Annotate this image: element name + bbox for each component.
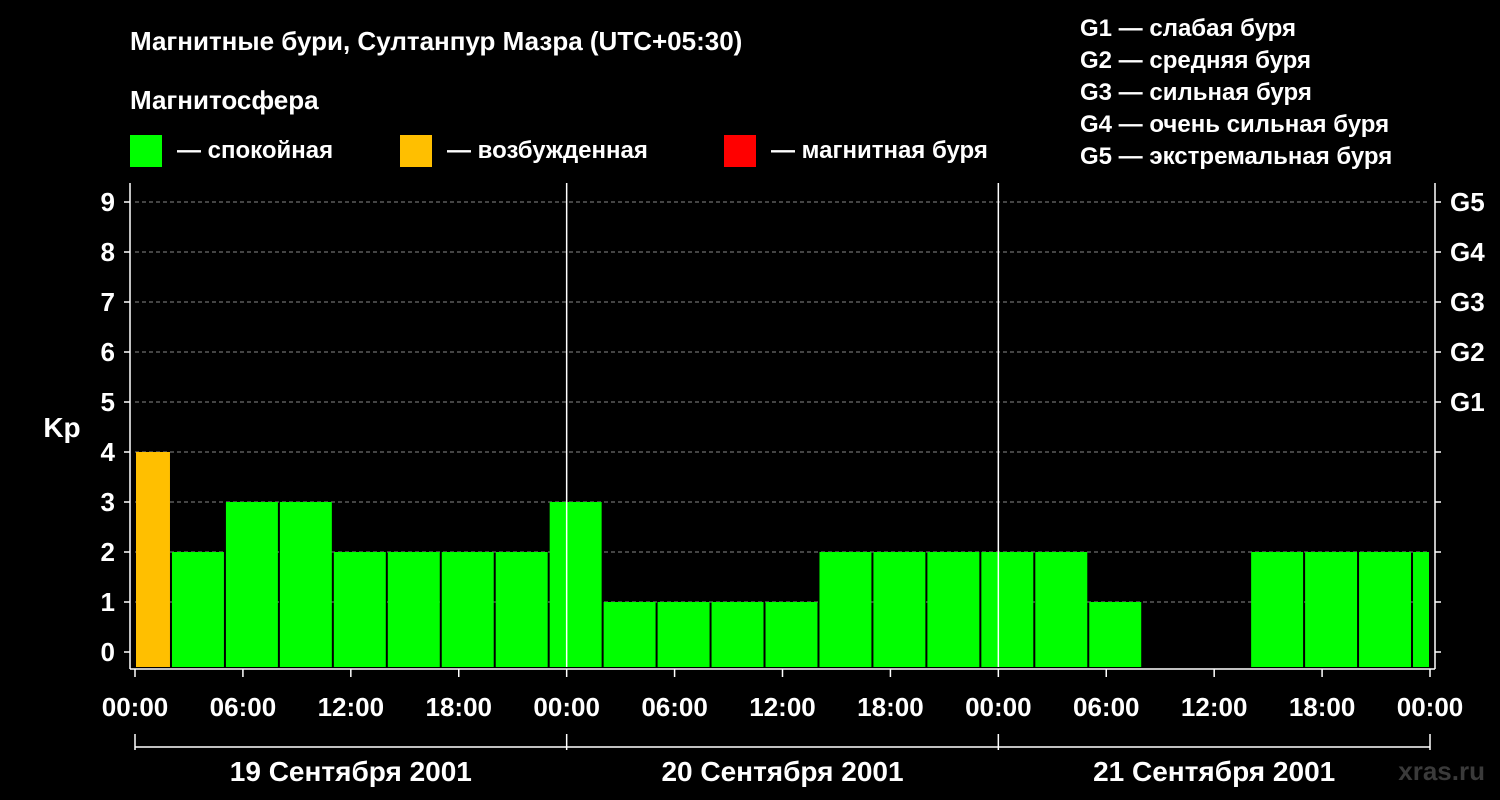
y-tick-label-1: 1	[101, 587, 115, 617]
bar-14	[873, 552, 926, 667]
state-legend: — спокойная — возбужденная — магнитная бур…	[130, 135, 988, 167]
bar-12	[765, 602, 818, 667]
x-tick-label-8: 00:00	[965, 692, 1032, 722]
right-axis-ticks: G1 G2 G3 G4 G5	[1435, 187, 1485, 653]
bar-18	[1089, 602, 1142, 667]
legend-swatch-2	[724, 135, 756, 167]
x-axis-ticks: 00:00 06:00 12:00 18:00 00:00 06:00 12:00 18:00…	[102, 669, 1464, 722]
bar-2	[225, 502, 278, 667]
right-tick-label-G4: G4	[1450, 237, 1485, 267]
x-tick-label-3: 18:00	[426, 692, 493, 722]
y-tick-label-6: 6	[101, 337, 115, 367]
bar-9	[603, 602, 656, 667]
bar-4	[333, 552, 386, 667]
day-label-0: 19 Сентября 2001	[230, 756, 472, 787]
legend-label-0: — спокойная	[177, 137, 333, 164]
right-tick-label-G1: G1	[1450, 387, 1485, 417]
bar-17	[1035, 552, 1088, 667]
right-tick-label-G2: G2	[1450, 337, 1485, 367]
bar-21	[1251, 552, 1304, 667]
y-tick-label-0: 0	[101, 637, 115, 667]
y-tick-label-4: 4	[101, 437, 116, 467]
y-tick-label-7: 7	[101, 287, 115, 317]
magnetosphere-label: Магнитосфера	[130, 85, 319, 115]
x-tick-label-12: 00:00	[1397, 692, 1464, 722]
legend-swatch-1	[400, 135, 432, 167]
y-axis-label: Kp	[43, 412, 80, 443]
g-legend-item-1: G1 — слабая буря	[1080, 15, 1296, 42]
bar-3	[279, 502, 332, 667]
y-tick-label-3: 3	[101, 487, 115, 517]
x-tick-label-9: 06:00	[1073, 692, 1140, 722]
g-legend-item-2: G2 — средняя буря	[1080, 47, 1311, 74]
y-tick-label-9: 9	[101, 187, 115, 217]
bar-22	[1305, 552, 1358, 667]
x-tick-label-2: 12:00	[318, 692, 385, 722]
watermark: xras.ru	[1398, 756, 1485, 786]
y-tick-label-2: 2	[101, 537, 115, 567]
bar-6	[441, 552, 494, 667]
g-legend-item-3: G3 — сильная буря	[1080, 79, 1312, 106]
x-tick-label-7: 18:00	[857, 692, 924, 722]
day-label-2: 21 Сентября 2001	[1093, 756, 1335, 787]
bar-23	[1359, 552, 1412, 667]
x-tick-label-6: 12:00	[749, 692, 816, 722]
x-tick-label-1: 06:00	[210, 692, 277, 722]
legend-label-2: — магнитная буря	[771, 137, 988, 164]
x-tick-label-0: 00:00	[102, 692, 169, 722]
legend-swatch-0	[130, 135, 162, 167]
day-label-1: 20 Сентября 2001	[661, 756, 903, 787]
bar-11	[711, 602, 764, 667]
legend-label-1: — возбужденная	[447, 137, 648, 164]
x-tick-label-5: 06:00	[641, 692, 708, 722]
g-scale-legend: G1 — слабая буря G2 — средняя буря G3 — си…	[1080, 15, 1392, 170]
right-tick-label-G3: G3	[1450, 287, 1485, 317]
y-tick-label-8: 8	[101, 237, 115, 267]
right-tick-label-G5: G5	[1450, 187, 1485, 217]
bar-0	[136, 452, 170, 667]
y-tick-label-5: 5	[101, 387, 115, 417]
bar-7	[495, 552, 548, 667]
bar-1	[171, 552, 224, 667]
day-labels: 19 Сентября 2001 20 Сентября 2001 21 Сентя…	[134, 734, 1431, 787]
bars-group	[136, 452, 1429, 667]
bar-24	[1413, 552, 1429, 667]
kp-chart: Магнитные бури, Султанпур Мазра (UTC+05:…	[43, 15, 1485, 787]
bar-8	[549, 502, 602, 667]
y-axis-ticks: 0 1 2 3 4 5 6 7 8 9	[101, 187, 130, 667]
x-tick-label-10: 12:00	[1181, 692, 1248, 722]
bar-10	[657, 602, 710, 667]
bar-15	[927, 552, 980, 667]
bar-13	[819, 552, 872, 667]
x-tick-label-4: 00:00	[533, 692, 600, 722]
g-legend-item-4: G4 — очень сильная буря	[1080, 111, 1389, 138]
bar-16	[981, 552, 1034, 667]
bar-5	[387, 552, 440, 667]
x-tick-label-11: 18:00	[1289, 692, 1356, 722]
g-legend-item-5: G5 — экстремальная буря	[1080, 143, 1392, 170]
chart-title: Магнитные бури, Султанпур Мазра (UTC+05:…	[130, 26, 742, 56]
